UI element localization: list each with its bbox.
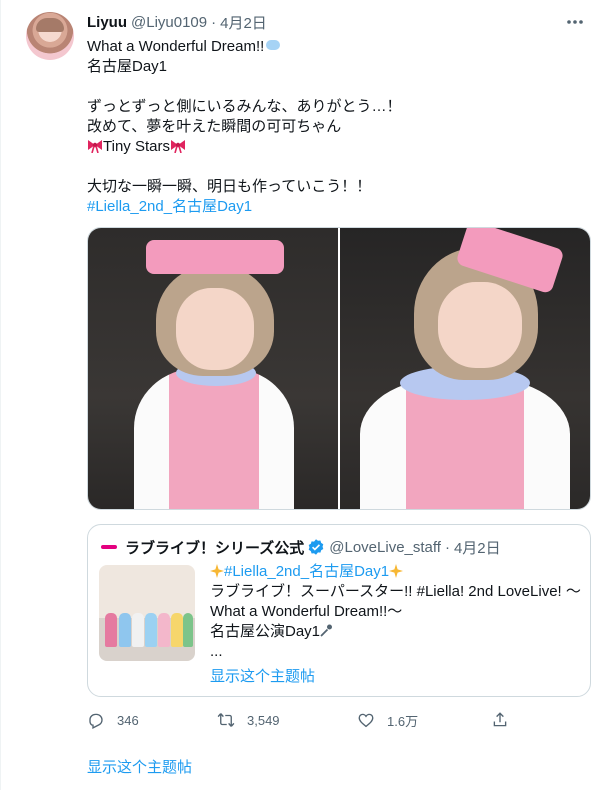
ribbon-icon: [88, 140, 102, 153]
quoted-line-2: ラブライブ！スーパースター!! #Liella! 2nd LoveLive! 〜: [210, 583, 581, 600]
lovelive-logo-icon: [99, 540, 119, 554]
quoted-handle[interactable]: @LoveLive_staff: [329, 539, 441, 556]
retweet-button[interactable]: 3,549: [217, 708, 280, 732]
tweet-line-3: ずっとずっと側にいるみんな、ありがとう…！: [87, 98, 402, 115]
like-count: 1.6万: [387, 713, 419, 729]
tweet-text: What a Wonderful Dream!! 名古屋Day1 ずっとずっと側…: [87, 37, 587, 217]
separator: ·: [211, 13, 217, 31]
tweet-line-5: Tiny Stars: [87, 137, 587, 157]
reply-icon: [89, 713, 103, 729]
photo-grid: [87, 227, 591, 510]
tweet[interactable]: Liyuu @Liyu0109 · 4月2日 What a Wonderful …: [0, 0, 599, 790]
tweet-actions: 346 3,549 1.6万: [87, 708, 587, 732]
quoted-line-4-text: 名古屋公演Day1: [210, 623, 321, 640]
quoted-tweet-header: ラブライブ！シリーズ公式 @LoveLive_staff · 4月2日: [99, 537, 501, 557]
separator: ·: [444, 538, 450, 556]
tweet-line-4: 改めて、夢を叶えた瞬間の可可ちゃん: [87, 118, 342, 135]
sparkle-icon: [389, 564, 404, 578]
tweet-line-1: What a Wonderful Dream!!: [87, 37, 587, 57]
user-handle[interactable]: @Liyu0109: [131, 14, 207, 31]
tweet-header: Liyuu @Liyu0109 · 4月2日: [87, 12, 267, 32]
more-horizontal-icon[interactable]: [565, 12, 585, 32]
quoted-text: #Liella_2nd_名古屋Day1 ラブライブ！スーパースター!! #Lie…: [210, 562, 585, 662]
quoted-thumbnail[interactable]: [99, 565, 195, 661]
retweet-icon: [217, 713, 235, 727]
quoted-line-5: ...: [210, 643, 223, 660]
avatar[interactable]: [26, 12, 74, 60]
like-icon: [358, 713, 374, 728]
photo-1[interactable]: [88, 228, 338, 509]
quoted-line-1: #Liella_2nd_名古屋Day1: [210, 562, 585, 582]
photo-2[interactable]: [340, 228, 590, 509]
song-title: Tiny Stars: [103, 138, 170, 155]
display-name[interactable]: Liyuu: [87, 14, 127, 31]
tweet-line-2: 名古屋Day1: [87, 58, 168, 75]
sparkle-icon: [210, 564, 224, 578]
quoted-display-name[interactable]: ラブライブ！シリーズ公式: [125, 537, 304, 558]
hashtag-link[interactable]: #Liella_2nd_名古屋Day1: [87, 197, 587, 217]
ribbon-icon: [170, 140, 185, 153]
quoted-line-4: 名古屋公演Day1: [210, 622, 585, 642]
share-icon: [493, 712, 507, 727]
thought-bubble-icon: [266, 40, 281, 50]
tweet-date[interactable]: 4月2日: [220, 12, 267, 33]
verified-badge-icon: [308, 539, 324, 555]
quoted-hashtag-link[interactable]: #Liella_2nd_名古屋Day1: [224, 563, 389, 580]
like-button[interactable]: 1.6万: [357, 708, 418, 732]
share-button[interactable]: [491, 708, 521, 732]
microphone-icon: [320, 624, 333, 637]
reply-button[interactable]: 346: [87, 708, 139, 732]
quoted-tweet[interactable]: ラブライブ！シリーズ公式 @LoveLive_staff · 4月2日 #Lie…: [87, 524, 591, 697]
reply-count: 346: [117, 712, 139, 728]
quoted-date[interactable]: 4月2日: [454, 537, 501, 558]
show-thread-link[interactable]: 显示这个主题帖: [87, 756, 192, 777]
quoted-line-3: What a Wonderful Dream!!〜: [210, 603, 403, 620]
retweet-count: 3,549: [247, 712, 280, 728]
tweet-title-text: What a Wonderful Dream!!: [87, 38, 265, 55]
quoted-show-thread-link[interactable]: 显示这个主题帖: [210, 665, 315, 686]
tweet-line-6: 大切な一瞬一瞬、明日も作っていこう！！: [87, 178, 372, 195]
